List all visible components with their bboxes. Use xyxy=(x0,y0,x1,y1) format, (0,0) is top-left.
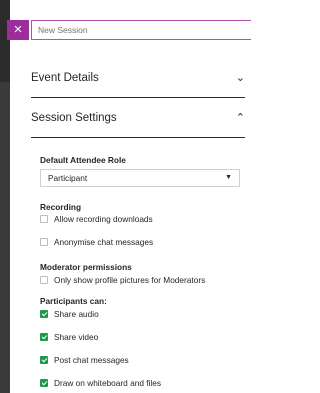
post-chat-messages-option[interactable]: Post chat messages xyxy=(40,354,129,366)
draw-whiteboard-option[interactable]: Draw on whiteboard and files xyxy=(40,377,161,389)
chevron-down-icon: ⌄ xyxy=(235,72,245,84)
anonymise-chat-option[interactable]: Anonymise chat messages xyxy=(40,236,153,248)
default-role-value: Participant xyxy=(48,173,88,183)
default-role-label: Default Attendee Role xyxy=(40,155,126,165)
allow-recording-downloads-option[interactable]: Allow recording downloads xyxy=(40,213,153,225)
anonymise-chat-label: Anonymise chat messages xyxy=(54,237,154,247)
participants-can-label: Participants can: xyxy=(40,296,107,306)
profile-pictures-moderators-checkbox[interactable] xyxy=(40,275,48,284)
share-video-label: Share video xyxy=(54,332,99,342)
profile-pictures-moderators-label: Only show profile pictures for Moderator… xyxy=(54,275,206,285)
draw-whiteboard-label: Draw on whiteboard and files xyxy=(54,378,161,388)
post-chat-messages-label: Post chat messages xyxy=(54,355,129,365)
draw-whiteboard-checkbox[interactable] xyxy=(40,378,48,387)
dropdown-arrow-icon: ▼ xyxy=(225,174,232,181)
share-audio-label: Share audio xyxy=(54,309,99,319)
section-divider xyxy=(31,97,245,98)
recording-label: Recording xyxy=(40,202,82,212)
session-settings-header[interactable]: Session Settings ⌃ xyxy=(31,105,245,131)
allow-recording-downloads-checkbox[interactable] xyxy=(40,214,48,223)
default-role-select[interactable]: Participant ▼ xyxy=(40,169,240,187)
top-bar xyxy=(10,0,245,12)
session-settings-label: Session Settings xyxy=(31,112,117,124)
share-video-option[interactable]: Share video xyxy=(40,331,98,343)
chevron-up-icon: ⌃ xyxy=(235,112,245,124)
post-chat-messages-checkbox[interactable] xyxy=(40,355,48,364)
close-panel-button[interactable]: × xyxy=(7,20,29,40)
left-background-strip-lower xyxy=(0,82,10,393)
session-name-input[interactable] xyxy=(31,20,251,40)
share-video-checkbox[interactable] xyxy=(40,332,48,341)
share-audio-checkbox[interactable] xyxy=(40,309,48,318)
section-divider xyxy=(31,137,245,138)
anonymise-chat-checkbox[interactable] xyxy=(40,237,48,246)
left-background-strip xyxy=(0,0,10,393)
event-details-label: Event Details xyxy=(31,72,99,84)
moderator-permissions-label: Moderator permissions xyxy=(40,262,132,272)
share-audio-option[interactable]: Share audio xyxy=(40,308,99,320)
allow-recording-downloads-label: Allow recording downloads xyxy=(54,214,153,224)
profile-pictures-moderators-option[interactable]: Only show profile pictures for Moderator… xyxy=(40,274,205,286)
event-details-header[interactable]: Event Details ⌄ xyxy=(31,65,245,91)
close-icon: × xyxy=(13,21,23,38)
